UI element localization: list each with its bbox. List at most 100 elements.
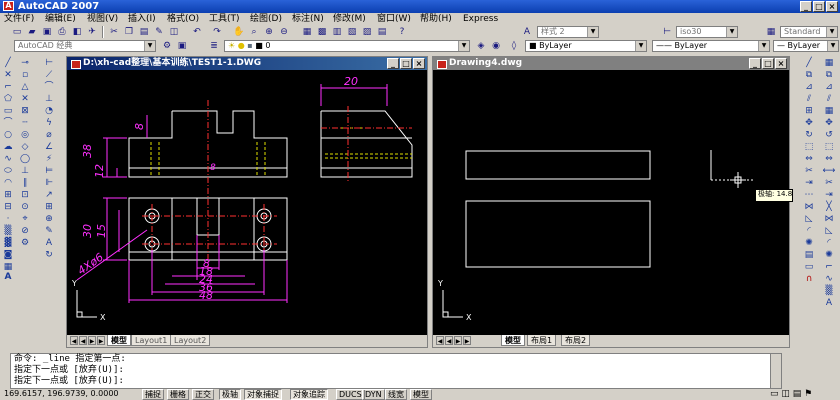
model-space-canvas[interactable]: 20 38 12 8 8 30 15 8 18 24 36 48 4Xø6 Y … [67,70,427,335]
tab-prev-icon[interactable]: ◀ [445,336,453,345]
dim-text-edit-icon[interactable]: A [42,238,56,249]
snap-extension-icon[interactable]: ┄ [18,118,32,129]
rotate-icon[interactable]: ↻ [802,130,816,141]
fillet-icon[interactable]: ◜ [802,226,816,237]
toggle-model[interactable]: 模型 [410,389,432,400]
tab-layout2-cn[interactable]: 布局2 [561,335,591,346]
tab-first-icon[interactable]: ◀ [70,336,78,345]
tab-layout2[interactable]: Layout2 [170,335,211,346]
trim-ii-icon[interactable]: ✂ [822,178,836,189]
menu-window[interactable]: 窗口(W) [377,13,411,25]
tab-prev-icon[interactable]: ◀ [79,336,87,345]
rotate-ii-icon[interactable]: ↺ [822,130,836,141]
array-icon[interactable]: ⊞ [802,106,816,117]
menu-view[interactable]: 视图(V) [87,13,118,25]
dim-linear-icon[interactable]: ⊢ [42,58,56,69]
dim-jogged-icon[interactable]: ϟ [42,118,56,129]
status-tray-icons[interactable]: ▭ ◫ ▤ ⚑ [770,389,812,400]
layer-state-icon[interactable]: ◊ [507,40,521,52]
dim-diameter-icon[interactable]: ⌀ [42,130,56,141]
menu-express[interactable]: Express [463,13,498,25]
copy-clip-icon[interactable]: ⧉ [822,70,836,81]
workspace-settings-icon[interactable]: ⚙ [160,40,174,52]
drawing-close-button[interactable]: × [413,58,425,69]
scale-ii-icon[interactable]: ⬚ [822,142,836,153]
dim-continue-icon[interactable]: ⊩ [42,178,56,189]
dim-edit-icon[interactable]: ✎ [42,226,56,237]
dim-style-icon[interactable]: ⊢ [660,26,674,38]
move-icon[interactable]: ✥ [802,118,816,129]
scale-icon[interactable]: ⬚ [802,142,816,153]
zoom-realtime-icon[interactable]: ⌕ [247,26,261,38]
explode-ii-icon[interactable]: ✺ [822,250,836,261]
open-icon[interactable]: ▰ [25,26,39,38]
drawing4-minimize-button[interactable]: _ [749,58,761,69]
menu-help[interactable]: 帮助(H) [420,13,452,25]
tab-layout1-cn[interactable]: 布局1 [527,335,557,346]
new-icon[interactable]: ▭ [10,26,24,38]
copy-icon[interactable]: ❐ [122,26,136,38]
snap-quadrant-icon[interactable]: ◇ [18,142,32,153]
toggle-snap[interactable]: 捕捉 [142,389,164,400]
tab-next-icon[interactable]: ▶ [454,336,462,345]
extend-icon[interactable]: ⇥ [802,178,816,189]
drawing-maximize-button[interactable]: □ [400,58,412,69]
snap-nearest-icon[interactable]: ⌖ [18,214,32,225]
join-ii-icon[interactable]: ⋈ [822,214,836,225]
snap-tangent-icon[interactable]: ◯ [18,154,32,165]
properties-icon[interactable]: ▦ [300,26,314,38]
drawing4-canvas[interactable]: Y X 极轴: 14.8392 < 0° [433,70,793,335]
workspace-select[interactable]: AutoCAD 经典 ▼ [14,40,156,52]
menu-dimension[interactable]: 标注(N) [292,13,324,25]
toggle-grid[interactable]: 栅格 [167,389,189,400]
tab-model[interactable]: 模型 [501,335,525,346]
snap-temp-track-icon[interactable]: ⊸ [18,58,32,69]
tab-next-icon[interactable]: ▶ [88,336,96,345]
menu-file[interactable]: 文件(F) [4,13,34,25]
mirror-ii-icon[interactable]: ⊿ [822,82,836,93]
polygon-icon[interactable]: ⬠ [1,94,15,105]
edit-hatch-icon[interactable]: ▒ [822,286,836,297]
linetype-select[interactable]: —— ByLayer ▼ [652,40,770,52]
multiline-text-icon[interactable]: A [1,272,15,283]
snap-apparent-icon[interactable]: ⊠ [18,106,32,117]
fillet-ii-icon[interactable]: ◜ [822,238,836,249]
text-style-select[interactable]: 样式 2 ▼ [537,26,599,38]
stretch-ii-icon[interactable]: ⇔ [822,154,836,165]
dim-radius-icon[interactable]: ◔ [42,106,56,117]
maximize-button[interactable]: □ [813,1,825,12]
color-select[interactable]: ■ ByLayer ▼ [525,40,647,52]
minimize-button[interactable]: _ [800,1,812,12]
toggle-ducs[interactable]: DUCS [336,389,365,400]
tool-palettes-icon[interactable]: ▥ [330,26,344,38]
menu-format[interactable]: 格式(O) [167,13,199,25]
snap-intersection-icon[interactable]: ✕ [18,94,32,105]
help-icon[interactable]: ? [395,26,409,38]
break-icon[interactable]: ⋯ [802,190,816,201]
cut-icon[interactable]: ✂ [107,26,121,38]
drawing-window-test1[interactable]: D:\xh-cad整理\基本训练\TEST1-1.DWG _ □ × 20 38… [66,56,428,348]
dim-arc-icon[interactable]: ⌒ [42,82,56,93]
tab-first-icon[interactable]: ◀ [436,336,444,345]
lineweight-select[interactable]: — ByLayer ▼ [773,40,839,52]
table-style-icon[interactable]: ▦ [764,26,778,38]
explode-icon[interactable]: ✺ [802,238,816,249]
redo-icon[interactable]: ↷ [210,26,224,38]
paste-icon[interactable]: ▤ [137,26,151,38]
copy-object-icon[interactable]: ⧉ [802,70,816,81]
menu-modify[interactable]: 修改(M) [333,13,366,25]
insert-block-icon[interactable]: ⊞ [1,190,15,201]
menu-tools[interactable]: 工具(T) [209,13,240,25]
zoom-previous-icon[interactable]: ⊖ [277,26,291,38]
menu-draw[interactable]: 绘图(D) [250,13,282,25]
join-icon[interactable]: ⋈ [802,202,816,213]
design-center-icon[interactable]: ▩ [315,26,329,38]
coordinate-display[interactable]: 169.6157, 196.9739, 0.0000 [2,389,132,400]
plot-icon[interactable]: ⎙ [55,26,69,38]
extend-ii-icon[interactable]: ⇥ [822,190,836,201]
revision-cloud-icon[interactable]: ☁ [1,142,15,153]
snap-endpoint-icon[interactable]: ▫ [18,70,32,81]
point-icon[interactable]: · [1,214,15,225]
spline-icon[interactable]: ∿ [1,154,15,165]
text-style-icon[interactable]: A [520,26,534,38]
